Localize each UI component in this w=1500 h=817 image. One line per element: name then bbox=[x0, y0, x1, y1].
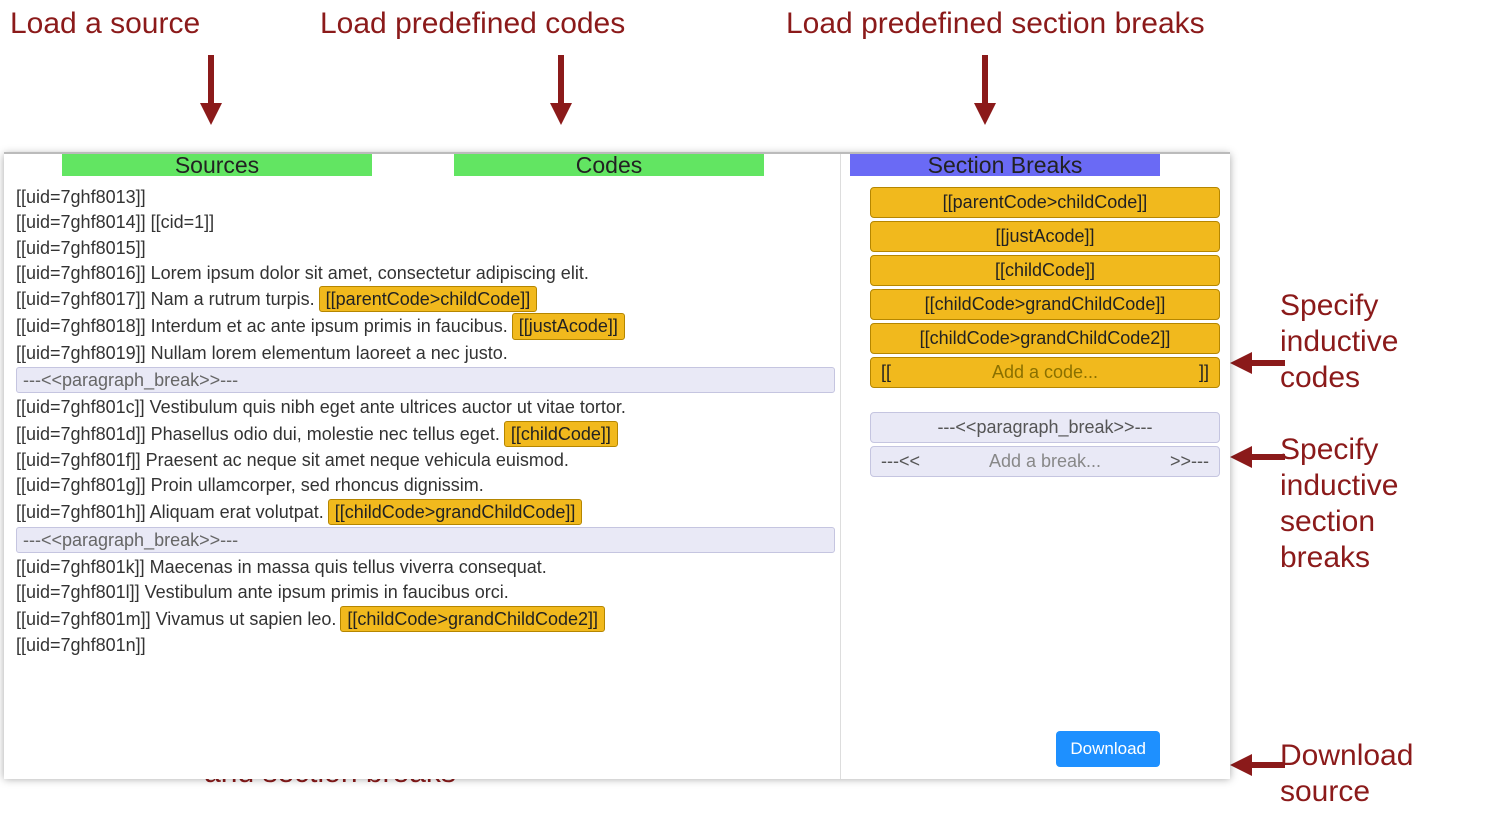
uid-label: [[uid=7ghf801m]] bbox=[16, 609, 151, 629]
paragraph-break[interactable]: ---<<paragraph_break>>--- bbox=[16, 367, 835, 393]
paragraph-break[interactable]: ---<<paragraph_break>>--- bbox=[16, 527, 835, 553]
code-chip[interactable]: [[childCode>grandChildCode]] bbox=[328, 499, 583, 525]
uid-label: [[uid=7ghf801h]] bbox=[16, 502, 146, 522]
source-line: [[uid=7ghf8016]] Lorem ipsum dolor sit a… bbox=[16, 261, 836, 285]
uid-label: [[uid=7ghf8015]] bbox=[16, 238, 146, 258]
download-button[interactable]: Download bbox=[1056, 731, 1160, 767]
line-text: Vestibulum ante ipsum primis in faucibus… bbox=[140, 582, 509, 602]
line-text: Maecenas in massa quis tellus viverra co… bbox=[145, 557, 547, 577]
source-line: [[uid=7ghf801c]] Vestibulum quis nibh eg… bbox=[16, 395, 836, 419]
line-text: Vivamus ut sapien leo. bbox=[151, 609, 337, 629]
arrow-down-icon bbox=[550, 55, 572, 125]
uid-label: [[uid=7ghf8016]] bbox=[16, 263, 146, 283]
annotation-load-breaks: Load predefined section breaks bbox=[786, 6, 1205, 42]
add-break-input[interactable]: ---<< Add a break... >>--- bbox=[870, 446, 1220, 477]
annotation-load-source: Load a source bbox=[10, 6, 200, 42]
source-line: [[uid=7ghf801l]] Vestibulum ante ipsum p… bbox=[16, 580, 836, 604]
source-line: [[uid=7ghf8014]] [[cid=1]] bbox=[16, 210, 836, 234]
annotation-specify-breaks: Specify inductive section breaks bbox=[1280, 432, 1398, 576]
code-pill[interactable]: [[childCode]] bbox=[870, 255, 1220, 286]
source-line: [[uid=7ghf8013]] bbox=[16, 185, 836, 209]
add-code-input[interactable]: [[ Add a code...]] bbox=[870, 357, 1220, 388]
annotation-load-codes: Load predefined codes bbox=[320, 6, 625, 42]
app-frame: Sources Codes Section Breaks [[uid=7ghf8… bbox=[4, 154, 1230, 779]
code-pill[interactable]: [[childCode>grandChildCode]] bbox=[870, 289, 1220, 320]
line-text: Nam a rutrum turpis. bbox=[146, 289, 315, 309]
arrow-down-icon bbox=[974, 55, 996, 125]
annotation-specify-codes: Specify inductive codes bbox=[1280, 288, 1398, 396]
line-text: Aliquam erat volutpat. bbox=[146, 502, 324, 522]
code-pill[interactable]: [[parentCode>childCode]] bbox=[870, 187, 1220, 218]
uid-label: [[uid=7ghf8019]] bbox=[16, 343, 146, 363]
arrow-left-icon bbox=[1230, 446, 1285, 468]
bracket-left: ---<< bbox=[881, 451, 920, 472]
tab-section-breaks[interactable]: Section Breaks bbox=[850, 154, 1160, 176]
annotation-download-source: Download source bbox=[1280, 738, 1413, 810]
uid-label: [[uid=7ghf801f]] bbox=[16, 450, 141, 470]
code-chip[interactable]: [[justAcode]] bbox=[512, 313, 625, 339]
uid-label: [[uid=7ghf801l]] bbox=[16, 582, 140, 602]
code-pill[interactable]: [[justAcode]] bbox=[870, 221, 1220, 252]
line-text: Phasellus odio dui, molestie nec tellus … bbox=[146, 424, 500, 444]
source-line: [[uid=7ghf801k]] Maecenas in massa quis … bbox=[16, 555, 836, 579]
source-line: [[uid=7ghf8017]] Nam a rutrum turpis.[[p… bbox=[16, 286, 836, 312]
code-chip[interactable]: [[parentCode>childCode]] bbox=[319, 286, 538, 312]
uid-label: [[uid=7ghf8018]] bbox=[16, 316, 146, 336]
code-chip[interactable]: [[childCode>grandChildCode2]] bbox=[340, 606, 605, 632]
panel-divider bbox=[840, 154, 841, 779]
code-chip[interactable]: [[childCode]] bbox=[504, 421, 618, 447]
source-line: [[uid=7ghf801h]] Aliquam erat volutpat.[… bbox=[16, 499, 836, 525]
line-text: [[cid=1]] bbox=[146, 212, 215, 232]
line-text: Nullam lorem elementum laoreet a nec jus… bbox=[146, 343, 508, 363]
bracket-left: [[ bbox=[881, 362, 891, 383]
source-line: [[uid=7ghf8018]] Interdum et ac ante ips… bbox=[16, 313, 836, 339]
line-text: Praesent ac neque sit amet neque vehicul… bbox=[141, 450, 569, 470]
source-line: [[uid=7ghf8019]] Nullam lorem elementum … bbox=[16, 341, 836, 365]
uid-label: [[uid=7ghf801d]] bbox=[16, 424, 146, 444]
source-line: [[uid=7ghf801m]] Vivamus ut sapien leo.[… bbox=[16, 606, 836, 632]
line-text: Vestibulum quis nibh eget ante ultrices … bbox=[145, 397, 626, 417]
uid-label: [[uid=7ghf8017]] bbox=[16, 289, 146, 309]
code-pill[interactable]: [[childCode>grandChildCode2]] bbox=[870, 323, 1220, 354]
source-line: [[uid=7ghf801g]] Proin ullamcorper, sed … bbox=[16, 473, 836, 497]
line-text: Interdum et ac ante ipsum primis in fauc… bbox=[146, 316, 508, 336]
uid-label: [[uid=7ghf801n]] bbox=[16, 635, 146, 655]
source-line: [[uid=7ghf801f]] Praesent ac neque sit a… bbox=[16, 448, 836, 472]
break-pill[interactable]: ---<<paragraph_break>>--- bbox=[870, 412, 1220, 443]
arrow-left-icon bbox=[1230, 754, 1285, 776]
source-panel: [[uid=7ghf8013]] [[uid=7ghf8014]] [[cid=1… bbox=[16, 184, 836, 658]
source-line: [[uid=7ghf8015]] bbox=[16, 236, 836, 260]
placeholder-text: Add a break... bbox=[989, 451, 1101, 472]
side-panel: [[parentCode>childCode]][[justAcode]][[c… bbox=[870, 184, 1220, 480]
uid-label: [[uid=7ghf801k]] bbox=[16, 557, 145, 577]
arrow-down-icon bbox=[200, 55, 222, 125]
source-line: [[uid=7ghf801n]] bbox=[16, 633, 836, 657]
uid-label: [[uid=7ghf801c]] bbox=[16, 397, 145, 417]
uid-label: [[uid=7ghf8013]] bbox=[16, 187, 146, 207]
uid-label: [[uid=7ghf8014]] bbox=[16, 212, 146, 232]
placeholder-text: Add a code... bbox=[992, 362, 1098, 383]
uid-label: [[uid=7ghf801g]] bbox=[16, 475, 146, 495]
line-text: Lorem ipsum dolor sit amet, consectetur … bbox=[146, 263, 589, 283]
line-text: Proin ullamcorper, sed rhoncus dignissim… bbox=[146, 475, 484, 495]
bracket-right: ]] bbox=[1199, 362, 1209, 383]
source-line: [[uid=7ghf801d]] Phasellus odio dui, mol… bbox=[16, 421, 836, 447]
tab-sources[interactable]: Sources bbox=[62, 154, 372, 176]
bracket-right: >>--- bbox=[1170, 451, 1209, 472]
arrow-left-icon bbox=[1230, 352, 1285, 374]
tab-codes[interactable]: Codes bbox=[454, 154, 764, 176]
